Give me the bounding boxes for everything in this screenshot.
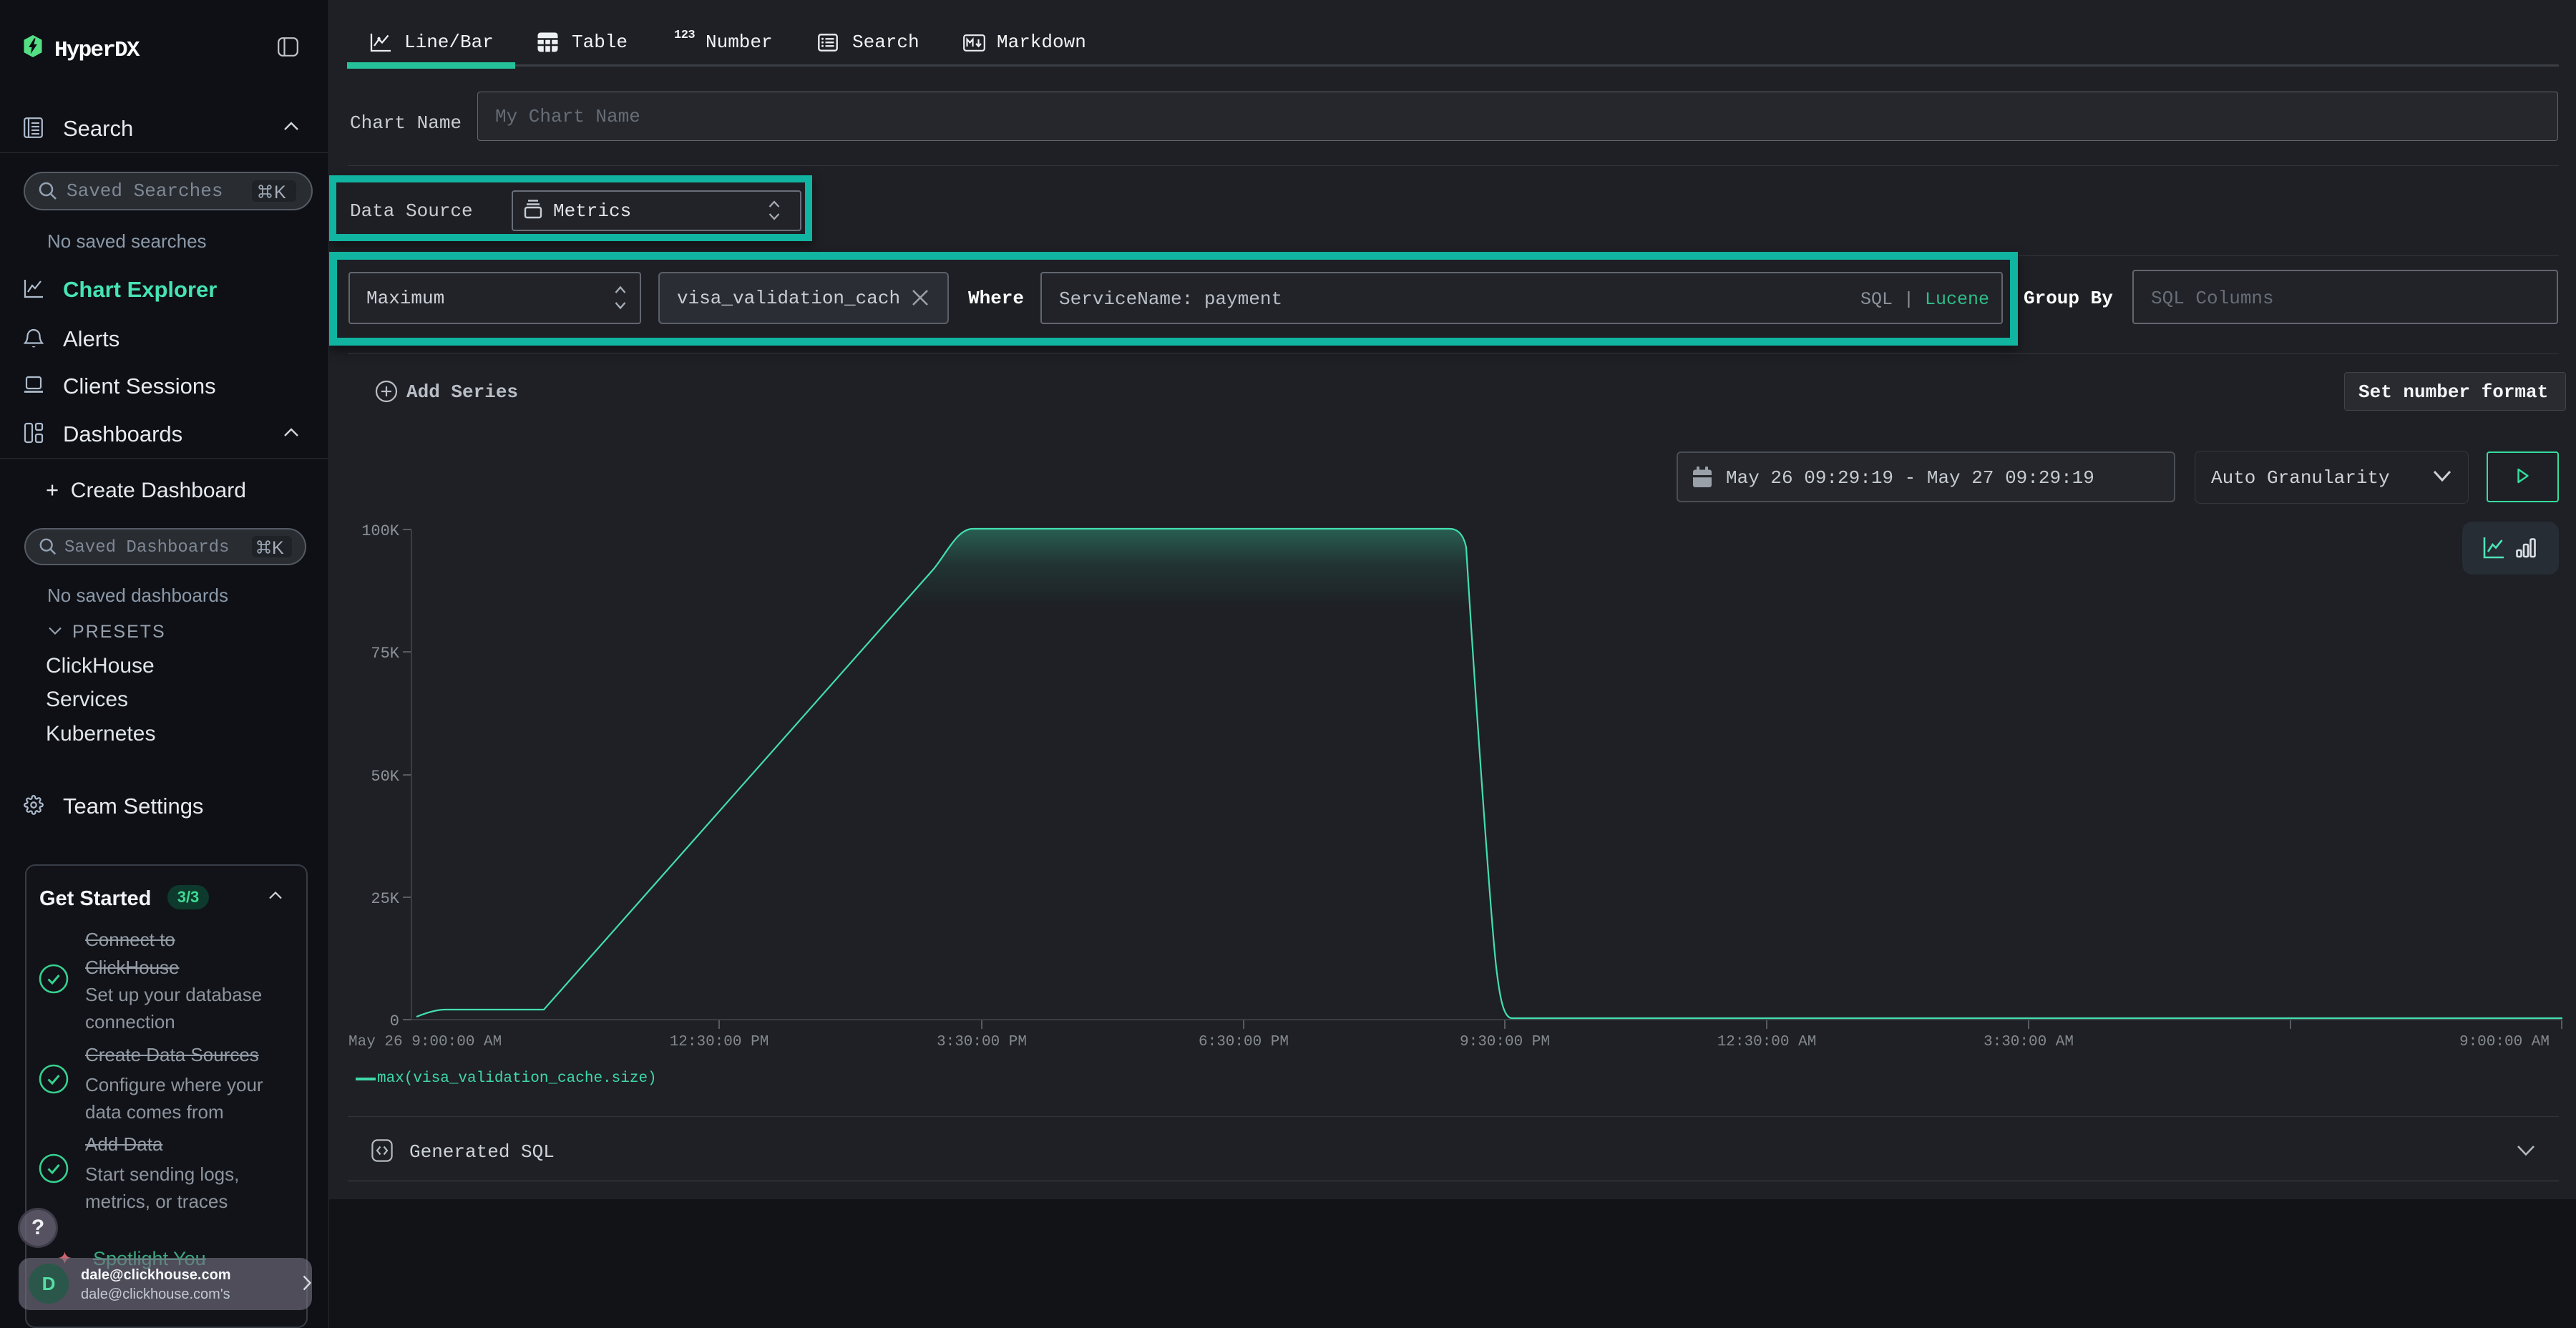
svg-text:0: 0 xyxy=(390,1012,399,1030)
svg-text:12:30:00 AM: 12:30:00 AM xyxy=(1717,1034,1817,1050)
svg-text:100K: 100K xyxy=(361,522,400,540)
svg-text:12:30:00 PM: 12:30:00 PM xyxy=(670,1034,769,1050)
svg-text:9:00:00 AM: 9:00:00 AM xyxy=(2459,1034,2550,1050)
svg-text:25K: 25K xyxy=(371,890,399,908)
svg-text:75K: 75K xyxy=(371,645,399,663)
svg-text:May 26 9:00:00 AM: May 26 9:00:00 AM xyxy=(348,1034,502,1050)
svg-text:6:30:00 PM: 6:30:00 PM xyxy=(1199,1034,1289,1050)
svg-text:3:30:00 PM: 3:30:00 PM xyxy=(937,1034,1027,1050)
svg-text:50K: 50K xyxy=(371,768,399,786)
svg-text:3:30:00 AM: 3:30:00 AM xyxy=(1984,1034,2074,1050)
svg-text:9:30:00 PM: 9:30:00 PM xyxy=(1460,1034,1550,1050)
